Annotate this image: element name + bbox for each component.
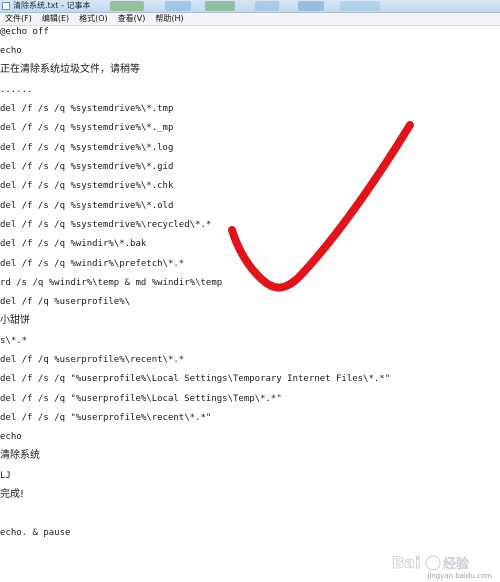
text-line: del /f /s /q %windir%\*.bak	[0, 239, 147, 249]
text-line: 小甜饼	[0, 315, 30, 326]
text-line: del /f /s /q "%userprofile%\Local Settin…	[0, 374, 391, 384]
svg-text:经验: 经验	[443, 556, 469, 572]
notepad-icon	[2, 2, 10, 10]
text-line: 清除系统	[0, 450, 40, 461]
text-line: del /f /s /q %systemdrive%\*._mp	[0, 123, 174, 133]
window-title: 清除系统.txt - 记事本	[13, 1, 91, 10]
taskbar-blur-shape	[110, 1, 144, 11]
title-bar: 清除系统.txt - 记事本	[0, 0, 500, 13]
text-line: rd /s /q %windir%\temp & md %windir%\tem…	[0, 278, 223, 288]
text-line: del /f /s /q "%userprofile%\Local Settin…	[0, 394, 282, 404]
taskbar-blur-shape	[165, 1, 191, 11]
text-line: del /f /s /q "%userprofile%\recent\*.*"	[0, 413, 212, 423]
menu-edit[interactable]: 编辑(E)	[37, 13, 74, 25]
text-line: 正在清除系统垃圾文件，请稍等	[0, 64, 140, 75]
baidu-watermark-logo: Bai 经验	[392, 553, 470, 573]
text-line: s\*.*	[0, 336, 28, 346]
text-line: 完成!	[0, 489, 25, 500]
text-line: del /f /s /q %systemdrive%\*.log	[0, 143, 174, 153]
text-line: del /f /q %userprofile%\recent\*.*	[0, 355, 185, 365]
text-line: echo. & pause	[0, 528, 71, 538]
menu-help[interactable]: 帮助(H)	[150, 13, 188, 25]
menu-view[interactable]: 查看(V)	[113, 13, 151, 25]
text-line: del /f /s /q %systemdrive%\*.gid	[0, 162, 174, 172]
menu-file[interactable]: 文件(F)	[0, 13, 37, 25]
text-line: echo	[0, 432, 22, 442]
text-line: del /f /s /q %systemdrive%\*.chk	[0, 181, 174, 191]
text-line: LJ	[0, 471, 11, 481]
svg-text:Bai: Bai	[392, 553, 420, 572]
menu-bar: 文件(F) 编辑(E) 格式(O) 查看(V) 帮助(H)	[0, 13, 500, 26]
text-line: @echo off	[0, 27, 49, 37]
text-line: del /f /s /q %systemdrive%\recycled\*.*	[0, 220, 212, 230]
text-line: echo	[0, 46, 22, 56]
text-editor[interactable]: @echo off echo 正在清除系统垃圾文件，请稍等 ...... del…	[0, 26, 500, 582]
taskbar-blur-shape	[255, 1, 279, 11]
text-line: del /f /q %userprofile%\	[0, 297, 131, 307]
taskbar-blur-shape	[298, 1, 324, 11]
text-line: del /f /s /q %windir%\prefetch\*.*	[0, 259, 185, 269]
taskbar-blur-shape	[340, 1, 380, 11]
text-line: del /f /s /q %systemdrive%\*.old	[0, 201, 174, 211]
watermark-subtext: jingyan.baidu.com	[427, 572, 492, 580]
menu-format[interactable]: 格式(O)	[74, 13, 113, 25]
text-line: del /f /s /q %systemdrive%\*.tmp	[0, 104, 174, 114]
taskbar-blur-shape	[205, 1, 235, 11]
text-line: ......	[0, 85, 33, 95]
